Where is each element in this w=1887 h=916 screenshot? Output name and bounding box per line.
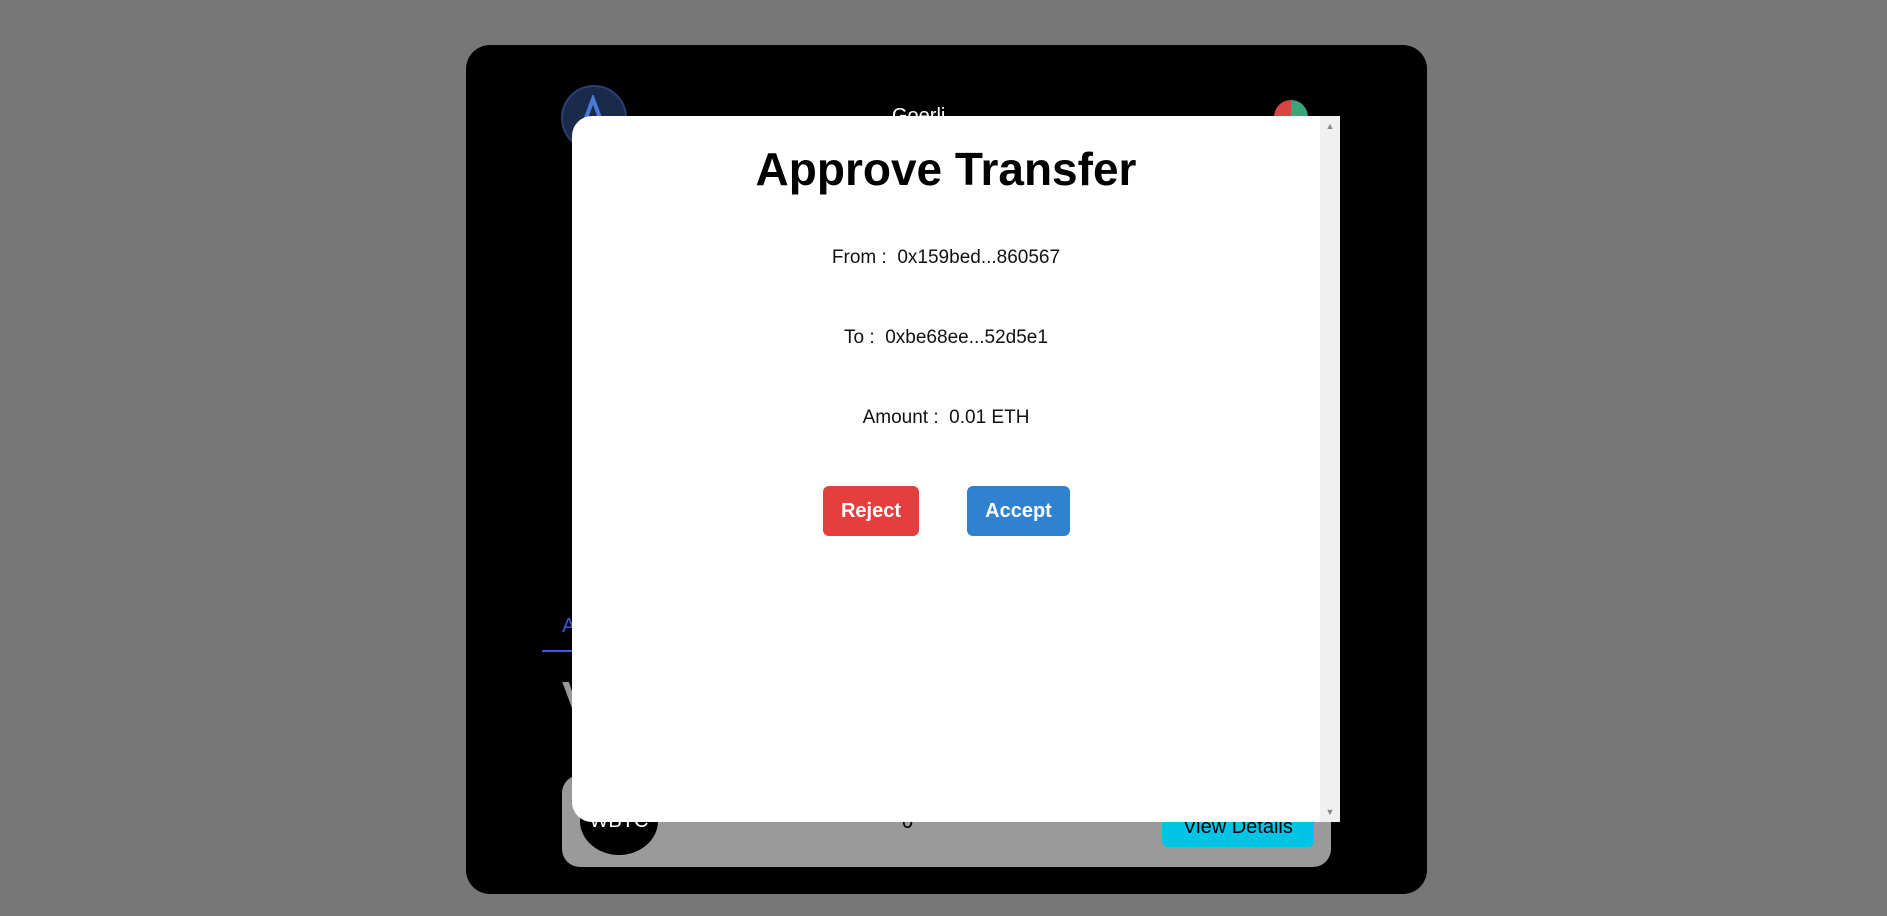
to-row: To : 0xbe68ee...52d5e1 — [572, 327, 1320, 349]
scroll-down-arrow-icon[interactable]: ▼ — [1320, 807, 1340, 817]
reject-button[interactable]: Reject — [823, 486, 919, 536]
to-label: To : — [844, 327, 875, 348]
modal-title: Approve Transfer — [755, 143, 1137, 195]
amount-row: Amount : 0.01 ETH — [572, 407, 1320, 429]
accept-button[interactable]: Accept — [967, 486, 1070, 536]
from-label: From : — [831, 247, 887, 268]
from-address: 0x159bed...860567 — [897, 247, 1061, 268]
modal-scrollbar[interactable]: ▲ ▼ — [1320, 116, 1340, 822]
from-row: From : 0x159bed...860567 — [572, 247, 1320, 269]
amount-value: 0.01 ETH — [949, 407, 1030, 428]
approve-transfer-modal: Approve Transfer From : 0x159bed...86056… — [572, 116, 1340, 822]
to-address: 0xbe68ee...52d5e1 — [885, 327, 1048, 348]
amount-label: Amount : — [862, 407, 939, 428]
scroll-up-arrow-icon[interactable]: ▲ — [1320, 121, 1340, 131]
modal-content: Approve Transfer From : 0x159bed...86056… — [572, 116, 1320, 822]
